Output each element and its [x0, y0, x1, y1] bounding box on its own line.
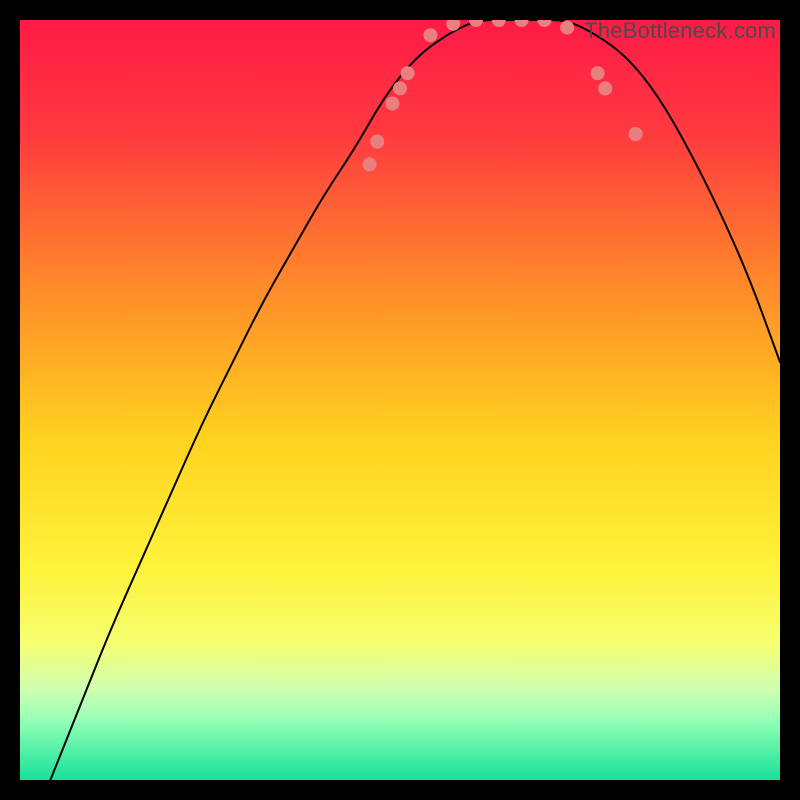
marker-point [560, 21, 574, 35]
marker-point [629, 127, 643, 141]
marker-point [370, 135, 384, 149]
bottleneck-chart [20, 20, 780, 780]
green-band [20, 723, 780, 780]
marker-point [393, 81, 407, 95]
chart-frame: TheBottleneck.com [20, 20, 780, 780]
marker-point [591, 66, 605, 80]
marker-point [385, 97, 399, 111]
gradient-background [20, 20, 780, 780]
watermark-text: TheBottleneck.com [584, 18, 776, 44]
marker-point [423, 28, 437, 42]
marker-point [363, 157, 377, 171]
marker-point [598, 81, 612, 95]
marker-point [401, 66, 415, 80]
